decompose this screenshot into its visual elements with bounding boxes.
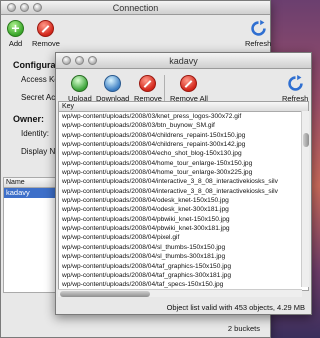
window-title: kadavy: [169, 55, 198, 66]
refresh-icon: [250, 20, 267, 37]
list-item[interactable]: wp/wp-content/uploads/2008/04/home_tour_…: [59, 159, 308, 168]
list-item[interactable]: wp/wp-content/uploads/2008/04/echo_shot_…: [59, 149, 308, 158]
list-item[interactable]: wp/wp-content/uploads/2008/04/sl_thumbs-…: [59, 252, 308, 261]
add-button[interactable]: + Add: [7, 20, 24, 48]
add-label: Add: [8, 39, 23, 48]
window-controls: [62, 53, 97, 68]
remove-object-button[interactable]: Remove: [134, 75, 162, 103]
list-item[interactable]: wp/wp-content/uploads/2008/04/odesk_knet…: [59, 196, 308, 205]
bucket-count-status: 2 buckets: [227, 324, 260, 333]
upload-button[interactable]: Upload: [68, 75, 92, 103]
list-item[interactable]: wp/wp-content/uploads/2008/03/btn_buynow…: [59, 121, 308, 130]
window-title: Connection: [112, 2, 159, 13]
bucket-titlebar: kadavy: [56, 53, 311, 69]
list-item[interactable]: wp/wp-content/uploads/2008/04/interactiv…: [59, 177, 308, 186]
list-item[interactable]: wp/wp-content/uploads/2008/04/childrens_…: [59, 131, 308, 140]
add-icon: +: [7, 20, 24, 37]
upload-icon: [71, 75, 89, 92]
download-button[interactable]: Download: [96, 75, 129, 103]
list-item[interactable]: wp/wp-content/uploads/2008/03/knet_press…: [59, 112, 308, 121]
minimize-window-button[interactable]: [20, 3, 29, 12]
zoom-window-button[interactable]: [88, 56, 97, 65]
refresh-icon: [287, 75, 304, 92]
list-item[interactable]: wp/wp-content/uploads/2008/04/taf_graphi…: [59, 271, 308, 280]
remove-icon: [139, 75, 157, 92]
list-item[interactable]: wp/wp-content/uploads/2008/04/odesk_knet…: [59, 205, 308, 214]
close-window-button[interactable]: [62, 56, 71, 65]
vertical-scrollbar[interactable]: [301, 111, 309, 287]
bucket-window: kadavy Upload Download Remove Remove All…: [55, 52, 312, 315]
minimize-window-button[interactable]: [75, 56, 84, 65]
key-column-header[interactable]: Key: [59, 102, 308, 112]
window-controls: [7, 1, 42, 14]
vertical-scroll-thumb[interactable]: [303, 133, 309, 147]
list-item[interactable]: wp/wp-content/uploads/2008/04/pbwiki_kne…: [59, 224, 308, 233]
list-item[interactable]: wp/wp-content/uploads/2008/04/interactiv…: [59, 187, 308, 196]
refresh-objects-button[interactable]: Refresh: [282, 75, 308, 103]
connection-titlebar: Connection: [1, 1, 270, 15]
list-item[interactable]: wp/wp-content/uploads/2008/04/sl_thumbs-…: [59, 243, 308, 252]
toolbar-separator: [164, 75, 165, 101]
remove-all-icon: [180, 75, 198, 92]
identity-label: Identity:: [21, 129, 50, 138]
list-item[interactable]: wp/wp-content/uploads/2008/04/pbwiki_kne…: [59, 215, 308, 224]
horizontal-scroll-thumb[interactable]: [60, 291, 150, 297]
list-item[interactable]: wp/wp-content/uploads/2008/04/taf_graphi…: [59, 262, 308, 271]
remove-label: Remove: [32, 39, 60, 48]
list-item[interactable]: wp/wp-content/uploads/2008/04/pixel.gif: [59, 233, 308, 242]
owner-heading: Owner:: [13, 114, 45, 124]
object-key-list[interactable]: Key wp/wp-content/uploads/2008/03/knet_p…: [58, 101, 309, 291]
download-icon: [104, 75, 122, 92]
object-list-status: Object list valid with 453 objects, 4.29…: [166, 303, 305, 312]
list-item[interactable]: wp/wp-content/uploads/2008/04/home_tour_…: [59, 168, 308, 177]
close-window-button[interactable]: [7, 3, 16, 12]
list-item[interactable]: wp/wp-content/uploads/2008/04/childrens_…: [59, 140, 308, 149]
horizontal-scrollbar[interactable]: [58, 289, 302, 297]
remove-all-button[interactable]: Remove All: [170, 75, 208, 103]
refresh-label: Refresh: [245, 39, 272, 48]
zoom-window-button[interactable]: [33, 3, 42, 12]
remove-bucket-button[interactable]: Remove: [32, 20, 60, 48]
remove-icon: [37, 20, 55, 37]
refresh-buckets-button[interactable]: Refresh: [245, 20, 271, 48]
